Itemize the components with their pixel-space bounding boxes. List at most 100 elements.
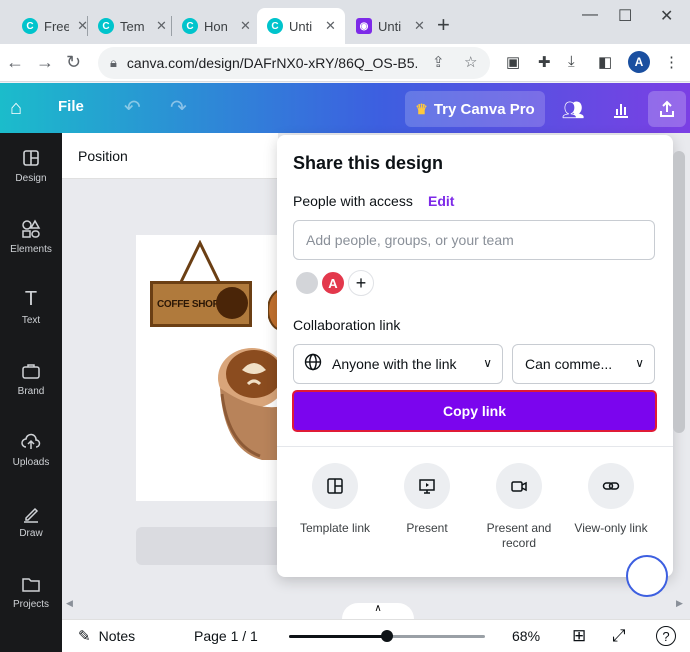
new-tab-icon[interactable]: + [437, 12, 450, 38]
close-icon[interactable]: ✕ [414, 18, 425, 34]
add-collaborator-icon[interactable]: + [348, 270, 374, 296]
text-icon: T [24, 288, 38, 310]
chevron-up-icon: ∧ [374, 603, 382, 614]
rail-label: Projects [12, 598, 50, 610]
lock-icon: 🔒︎ [110, 55, 117, 70]
download-icon[interactable]: ⤓ [568, 53, 575, 70]
url-text: canva.com/design/DAFrNX0-xRY/86Q_OS-B5..… [126, 55, 417, 71]
rail-item-draw[interactable]: Draw [0, 488, 62, 552]
profile-avatar[interactable]: A [628, 51, 650, 73]
rail-item-elements[interactable]: Elements [0, 204, 62, 268]
try-pro-button[interactable]: ♛ Try Canva Pro [405, 91, 545, 127]
share-option-template-link[interactable]: Template link [289, 463, 381, 536]
add-people-icon[interactable]: 👥︎ [556, 93, 590, 127]
insights-icon[interactable] [604, 93, 638, 127]
forward-icon[interactable]: → [36, 52, 54, 73]
avatar[interactable]: A [320, 270, 346, 296]
address-bar-row: ← → ↻ 🔒︎ canva.com/design/DAFrNX0-xRY/86… [0, 44, 690, 82]
side-rail: Design Elements T Text Brand Uploads Dra… [0, 133, 62, 652]
close-icon[interactable]: ✕ [325, 18, 336, 34]
permission-value: Can comme... [525, 356, 613, 372]
rail-label: Uploads [12, 456, 50, 468]
file-menu-button[interactable]: File [58, 98, 84, 115]
copy-link-button[interactable]: Copy link [292, 390, 657, 432]
help-icon[interactable]: ? [656, 626, 676, 646]
close-icon[interactable]: ✕ [156, 18, 167, 34]
add-page-button[interactable] [136, 527, 282, 565]
position-button[interactable]: Position [78, 148, 128, 164]
sidepanel-icon[interactable]: ◧ [598, 53, 612, 71]
browser-tab[interactable]: C Tem ✕ [88, 8, 172, 44]
close-icon[interactable]: ✕ [240, 18, 251, 34]
globe-icon [304, 353, 322, 376]
folder-icon [21, 573, 41, 595]
rail-item-uploads[interactable]: Uploads [0, 417, 62, 481]
share-page-icon[interactable]: ⇪ [432, 53, 445, 71]
undo-icon[interactable]: ↶ [124, 95, 141, 120]
edit-access-link[interactable]: Edit [428, 193, 454, 209]
home-icon[interactable]: ⌂ [0, 83, 32, 133]
omnibox[interactable]: 🔒︎ canva.com/design/DAFrNX0-xRY/86Q_OS-B… [98, 47, 490, 79]
draw-icon [21, 502, 41, 524]
rail-label: Design [15, 172, 47, 184]
link-access-dropdown[interactable]: Anyone with the link ∨ [293, 344, 503, 384]
browser-tab[interactable]: ◉ Unti ✕ [346, 8, 432, 44]
menu-icon[interactable]: ⋮ [664, 53, 679, 71]
rail-item-text[interactable]: T Text [0, 275, 62, 339]
share-panel-title: Share this design [293, 153, 444, 173]
collapse-pages-button[interactable]: ∧ [342, 603, 414, 619]
rail-item-brand[interactable]: Brand [0, 346, 62, 410]
rail-label: Brand [17, 385, 45, 397]
page-indicator[interactable]: Page 1 / 1 [194, 628, 258, 644]
canva-favicon-icon: C [182, 18, 198, 34]
rail-item-projects[interactable]: Projects [0, 559, 62, 623]
redo-icon[interactable]: ↷ [170, 95, 187, 120]
present-icon [404, 463, 450, 509]
grid-view-icon[interactable]: ⊞ [572, 626, 586, 646]
context-toolbar: Position [62, 133, 278, 179]
link-icon [588, 463, 634, 509]
share-button[interactable] [648, 91, 686, 127]
share-option-present[interactable]: Present [381, 463, 473, 536]
share-panel: Share this design People with access Edi… [277, 135, 673, 577]
avatar[interactable] [294, 270, 320, 296]
help-button[interactable] [626, 555, 668, 597]
coffee-cup-graphic[interactable] [214, 340, 284, 460]
panel-scrollbar[interactable] [673, 151, 685, 433]
chevron-down-icon: ∨ [635, 356, 644, 370]
fullscreen-icon[interactable]: ⤢ [612, 626, 626, 646]
share-option-view-only-link[interactable]: View-only link [565, 463, 657, 536]
share-option-present-and-record[interactable]: Present and record [473, 463, 565, 551]
add-people-input[interactable] [293, 220, 655, 260]
maximize-icon[interactable]: ☐ [618, 6, 632, 26]
sign-string-graphic [179, 240, 221, 283]
minimize-icon[interactable]: — [582, 6, 598, 24]
scroll-right-icon[interactable]: ▶ [676, 598, 683, 609]
reload-icon[interactable]: ↻ [66, 52, 81, 73]
bookmark-star-icon[interactable]: ☆ [464, 53, 477, 71]
browser-tab[interactable]: C Hon ✕ [172, 8, 256, 44]
scroll-left-icon[interactable]: ◀ [66, 598, 73, 609]
back-icon[interactable]: ← [6, 52, 24, 73]
zoom-level[interactable]: 68% [512, 628, 540, 644]
footer-bar: ✎ Notes Page 1 / 1 68% ⊞ ⤢ ? [62, 619, 690, 652]
editor-header: ⌂ File ↶ ↷ ♛ Try Canva Pro 👥︎ [0, 83, 690, 133]
zoom-slider-handle[interactable] [381, 630, 393, 642]
screenshot-icon[interactable]: ▣ [506, 53, 520, 71]
canva-favicon-icon: C [98, 18, 114, 34]
browser-tab-active[interactable]: C Unti ✕ [257, 8, 345, 44]
notes-button[interactable]: ✎ Notes [78, 627, 135, 645]
shapes-icon [21, 218, 41, 240]
template-icon [312, 463, 358, 509]
rail-label: Draw [19, 527, 43, 539]
extensions-icon[interactable]: ✚ [538, 53, 551, 71]
option-label: Present and record [486, 521, 552, 550]
option-label: Present [406, 521, 448, 535]
close-window-icon[interactable]: ✕ [660, 6, 673, 26]
rail-item-design[interactable]: Design [0, 133, 62, 197]
rail-label: Text [21, 314, 41, 326]
browser-tab[interactable]: C Free ✕ [12, 8, 88, 44]
canva-favicon-icon: C [22, 18, 38, 34]
permission-dropdown[interactable]: Can comme... ∨ [512, 344, 655, 384]
try-pro-label: Try Canva Pro [433, 100, 535, 118]
